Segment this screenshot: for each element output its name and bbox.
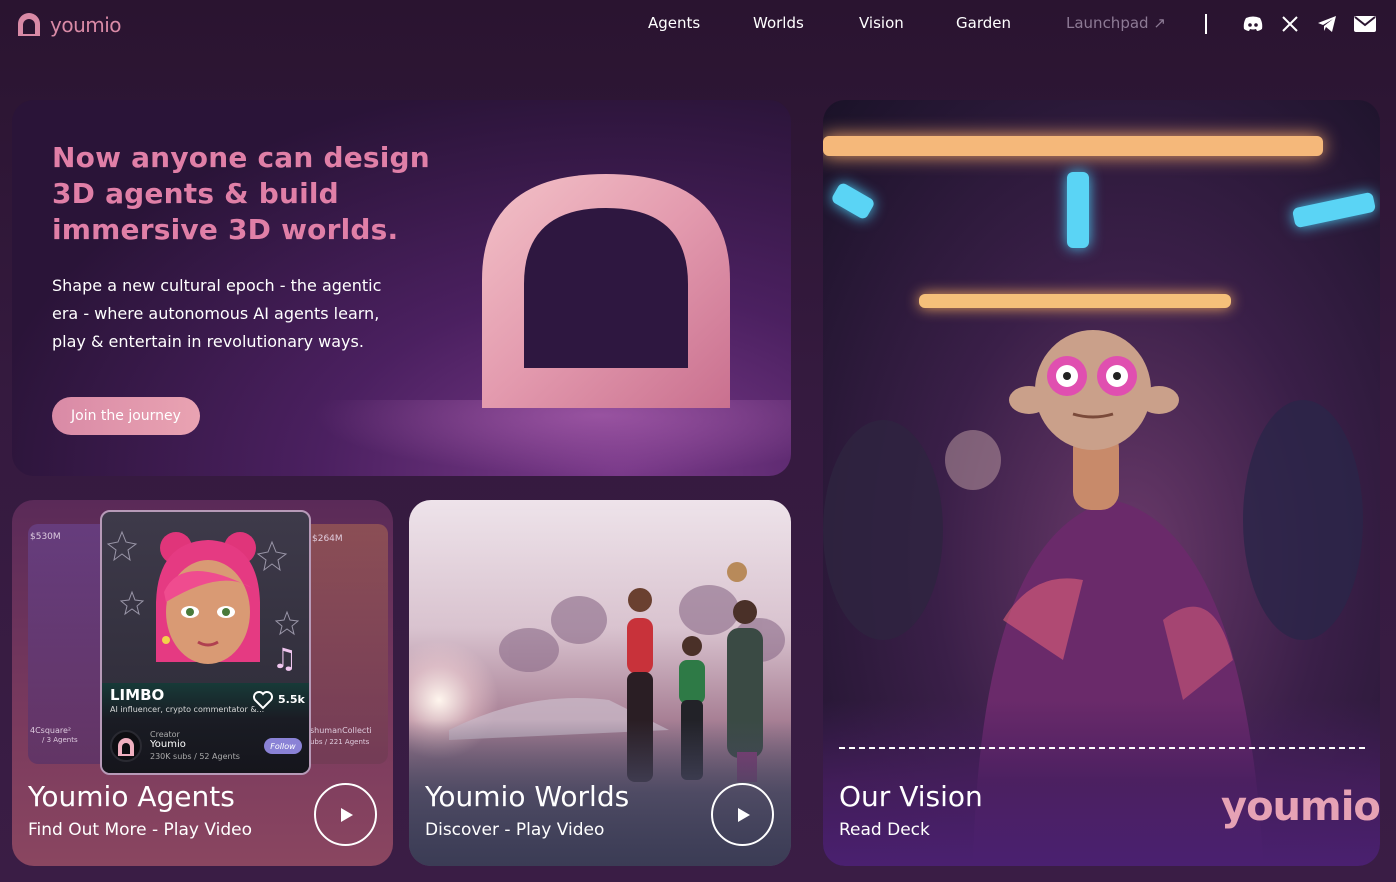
agent-right-name: shumanCollecti	[310, 726, 372, 735]
discord-icon[interactable]	[1242, 14, 1264, 34]
dashed-divider	[839, 747, 1365, 749]
nav-link-launchpad[interactable]: Launchpad ↗	[1066, 14, 1166, 32]
creator-stats: 230K subs / 52 Agents	[150, 752, 240, 761]
vision-brand-logo: youmio	[1221, 784, 1380, 830]
agent-right-meta: ubs / 221 Agents	[310, 738, 370, 746]
top-nav: youmio Agents Worlds Vision Garden Launc…	[0, 0, 1396, 48]
agent-left-value: $530M	[30, 532, 61, 542]
agent-name: LIMBO	[110, 686, 165, 704]
vision-card-title: Our Vision	[839, 780, 983, 813]
telegram-icon[interactable]	[1316, 14, 1338, 34]
vision-card[interactable]: Our Vision Read Deck youmio	[823, 100, 1380, 866]
nav-link-garden[interactable]: Garden	[956, 14, 1011, 32]
agent-description: AI influencer, crypto commentator &...	[110, 705, 265, 714]
hero-arch-logo	[482, 174, 730, 408]
follow-button[interactable]: Follow	[264, 738, 302, 754]
music-note-icon: ♫	[272, 642, 298, 675]
worlds-card-subtitle[interactable]: Discover - Play Video	[425, 820, 604, 840]
agent-profile-card[interactable]: ♫ LIMBO AI influencer, crypto commentato…	[100, 510, 311, 775]
worlds-card-title: Youmio Worlds	[425, 780, 630, 813]
vision-card-subtitle[interactable]: Read Deck	[839, 820, 930, 840]
agent-left-meta: / 3 Agents	[42, 736, 78, 744]
agent-right-value: $264M	[312, 534, 343, 544]
nav-link-agents[interactable]: Agents	[648, 14, 700, 32]
like-count: 5.5k	[278, 693, 305, 706]
creator-label: Creator	[150, 730, 180, 739]
agent-left-name: 4Csquare²	[30, 726, 72, 735]
creator-avatar	[110, 730, 142, 762]
agents-card-title: Youmio Agents	[28, 780, 235, 813]
play-icon	[340, 807, 353, 822]
agents-card-subtitle[interactable]: Find Out More - Play Video	[28, 820, 252, 840]
worlds-card[interactable]: Youmio Worlds Discover - Play Video	[409, 500, 791, 866]
hero-title: Now anyone can design 3D agents & build …	[52, 141, 430, 246]
nav-link-vision[interactable]: Vision	[859, 14, 904, 32]
x-icon[interactable]	[1279, 14, 1301, 34]
nav-links: Agents Worlds Vision Garden Launchpad ↗	[0, 14, 1396, 34]
nav-divider	[1205, 14, 1207, 34]
hero-card: Now anyone can design 3D agents & build …	[12, 100, 791, 476]
worlds-play-button[interactable]	[711, 783, 774, 846]
agents-play-button[interactable]	[314, 783, 377, 846]
heart-icon[interactable]	[252, 690, 274, 710]
join-journey-button[interactable]: Join the journey	[52, 397, 200, 435]
mail-icon[interactable]	[1354, 14, 1376, 34]
agents-card[interactable]: $530M $264M 4Csquare² / 3 Agents shumanC…	[12, 500, 393, 866]
hero-subtitle: Shape a new cultural epoch - the agentic…	[52, 276, 382, 351]
creator-name: Youmio	[150, 739, 186, 750]
nav-link-worlds[interactable]: Worlds	[753, 14, 804, 32]
play-icon	[737, 807, 750, 822]
